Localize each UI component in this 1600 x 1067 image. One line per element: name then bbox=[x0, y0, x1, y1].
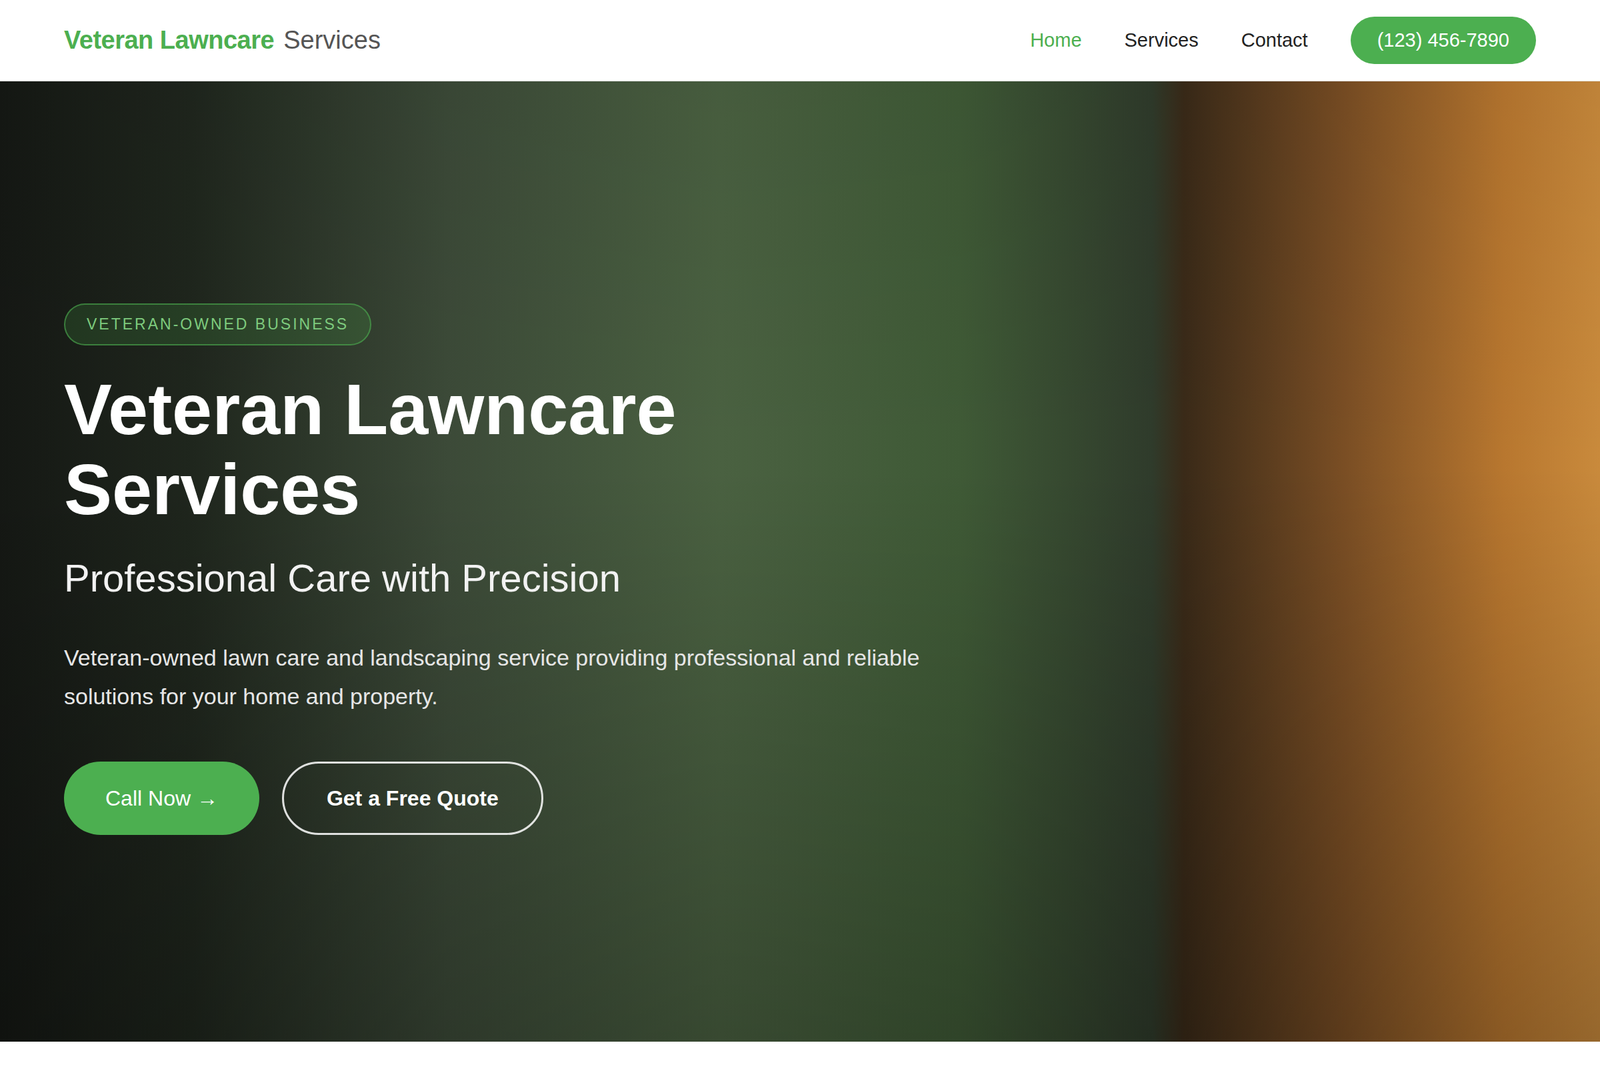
brand-main[interactable]: Veteran Lawncare bbox=[64, 21, 274, 60]
top-navbar: Veteran LawncareServicesHomeServicesCont… bbox=[0, 0, 1600, 82]
hero-section: VETERAN-OWNED BUSINESS Veteran Lawncare S… bbox=[0, 81, 1600, 1042]
brand-sub[interactable]: Services bbox=[283, 21, 381, 60]
hero-title: Veteran Lawncare Services bbox=[64, 369, 831, 531]
nav-link[interactable]: Contact bbox=[1241, 20, 1308, 61]
phone-button[interactable]: (123) 456-7890 bbox=[1350, 16, 1536, 65]
brand-logo[interactable]: Veteran LawncareServices bbox=[64, 21, 381, 60]
nav-link[interactable]: Home bbox=[1030, 20, 1082, 61]
badge-row: VETERAN-OWNED BUSINESS bbox=[64, 303, 1536, 346]
hero-description: Veteran-owned lawn care and landscaping … bbox=[64, 638, 1011, 716]
hero-subtitle: Professional Care with Precision bbox=[64, 548, 1536, 607]
free-quote-button[interactable]: Get a Free Quote bbox=[282, 761, 544, 835]
hero-content: VETERAN-OWNED BUSINESS Veteran Lawncare S… bbox=[0, 81, 1600, 835]
nav-right: Home Services Contact (123) 456-7890 bbox=[1030, 16, 1536, 65]
veteran-badge: VETERAN-OWNED BUSINESS bbox=[64, 303, 372, 346]
nav-link[interactable]: Services bbox=[1124, 20, 1199, 61]
call-now-button[interactable]: Call Now → bbox=[64, 761, 260, 835]
hero-buttons: Call Now → Get a Free Quote bbox=[64, 761, 1536, 835]
nav-links: Home Services Contact bbox=[1030, 20, 1308, 61]
